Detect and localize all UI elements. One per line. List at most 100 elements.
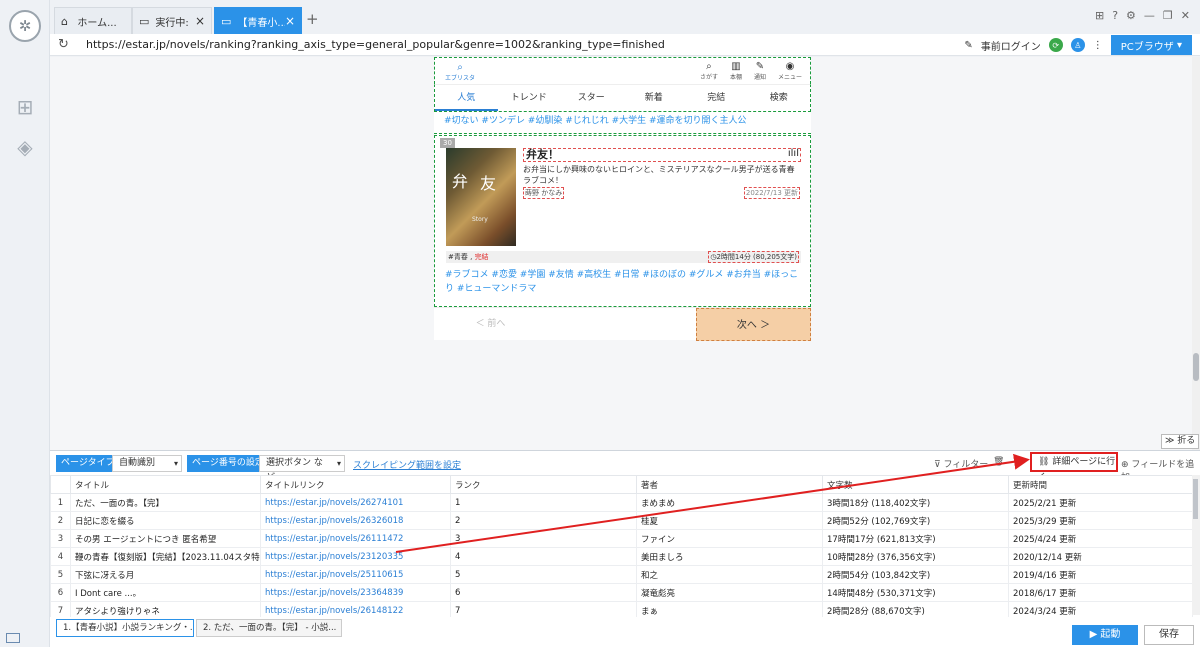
layers-icon[interactable]: ◈ — [14, 136, 36, 158]
settings-icon[interactable]: ⚙ — [1126, 9, 1136, 22]
tab-home[interactable]: ⌂ ホーム... — [54, 7, 132, 34]
reading-time: ◷2時間14分 (80,205文字) — [708, 251, 799, 263]
table-row[interactable]: 3 その男 エージェントにつき 匿名希望 https://estar.jp/nove… — [50, 529, 1193, 548]
nav-star[interactable]: スター — [560, 85, 623, 111]
table-row[interactable]: 5 下弦に冴える月 https://estar.jp/novels/25110615… — [50, 565, 1193, 584]
task-tab-1[interactable]: 1.【青春小説】小説ランキング・... — [56, 619, 194, 637]
new-task-icon[interactable]: ⊞ — [14, 96, 36, 118]
status-badge: 完結 — [474, 253, 489, 261]
table-row[interactable]: 4 鞭の青春【復刻版】【完結】【2023.11.04スタ特選... https://… — [50, 547, 1193, 566]
filter-icon: ⊽ — [934, 460, 941, 470]
close-icon[interactable]: × — [195, 14, 205, 28]
nav-new[interactable]: 新着 — [623, 85, 686, 111]
col-updated[interactable]: 更新時間 — [1008, 475, 1193, 494]
nav-search[interactable]: 検索 — [748, 85, 811, 111]
tab-running[interactable]: ▭ 実行中:【... × — [132, 7, 212, 34]
scrape-range-link[interactable]: スクレイピング範囲を設定 — [353, 458, 461, 471]
prelogin-button[interactable]: 事前ログイン — [981, 38, 1041, 53]
user-icon[interactable]: ♙ — [1070, 38, 1085, 52]
table-row[interactable]: 2 日記に恋を綴る https://estar.jp/novels/26326018… — [50, 511, 1193, 530]
col-author[interactable]: 著者 — [636, 475, 823, 494]
scroll-thumb[interactable] — [1193, 479, 1198, 519]
page-scrollbar[interactable] — [1192, 57, 1200, 450]
scroll-thumb[interactable] — [1193, 353, 1199, 381]
restore-icon[interactable]: ❐ — [1163, 9, 1173, 22]
help-icon[interactable]: ? — [1112, 9, 1118, 22]
chevron-down-icon: ▾ — [336, 459, 341, 468]
page-icon: ▭ — [221, 14, 232, 28]
table-scrollbar[interactable] — [1192, 475, 1200, 615]
task-tab-2[interactable]: 2. ただ、一面の青。【完】 - 小説...⊗ — [196, 619, 342, 637]
close-icon[interactable]: ⊗ — [340, 623, 341, 633]
search-icon: ⌕ — [706, 61, 712, 72]
col-rank[interactable]: ランク — [450, 475, 637, 494]
avatar-icon: ◉ — [785, 61, 795, 72]
site-nav: 人気 トレンド スター 新着 完結 検索 — [434, 84, 811, 112]
window-controls: ⊞ ? ⚙ — ❐ ✕ — [1095, 9, 1190, 22]
notice-icon: ✎ — [755, 61, 765, 72]
reload-icon[interactable]: ↻ — [58, 37, 69, 52]
mail-icon[interactable] — [6, 633, 20, 643]
nav-trend[interactable]: トレンド — [498, 85, 561, 111]
site-notice-button[interactable]: ✎ 通知 — [754, 61, 766, 81]
site-search-button[interactable]: ⌕ さがす — [700, 61, 718, 81]
nav-popular[interactable]: 人気 — [435, 85, 498, 111]
novel-title[interactable]: 弁友！ ılıl — [523, 148, 801, 162]
fold-button[interactable]: ≫ 折る — [1161, 434, 1200, 449]
table-row[interactable]: 1 ただ、一面の青。【完】 https://estar.jp/novels/2627… — [50, 493, 1193, 512]
col-char-count[interactable]: 文字数 — [822, 475, 1009, 494]
page-num-select[interactable]: 選択ボタン など...▾ — [259, 455, 345, 483]
data-panel: ページタイプ 自動識別▾ ページ番号の設定 選択ボタン など...▾ スクレイピ… — [50, 450, 1200, 647]
cover-image[interactable]: 弁 友 Story — [446, 148, 516, 246]
app-logo[interactable]: ✲ — [9, 10, 41, 42]
filter-button[interactable]: ⊽ フィルター — [934, 457, 988, 470]
site-header: ⌕ エブリスタ ⌕ さがす ▥ 本棚 ✎ 通知 ◉ メニュー — [434, 57, 811, 84]
novel-card[interactable]: 30 弁 友 Story 弁友！ ılıl お弁当にしか興味のないヒロインと、ミ… — [434, 135, 811, 307]
col-title[interactable]: タイトル — [70, 475, 261, 494]
nav-finished[interactable]: 完結 — [685, 85, 748, 111]
detail-page-button[interactable]: ⛓ 詳細ページに行く — [1030, 452, 1118, 483]
close-window-icon[interactable]: ✕ — [1181, 9, 1190, 22]
page-type-label: ページタイプ — [56, 455, 120, 472]
edit-icon[interactable]: ✎ — [964, 40, 972, 51]
save-button[interactable]: 保存 — [1144, 625, 1194, 645]
novel-meta: #青春 , 完結 ◷2時間14分 (80,205文字) — [446, 251, 801, 263]
next-button[interactable]: 次へ ＞ — [696, 308, 811, 341]
new-tab-button[interactable]: + — [306, 10, 319, 28]
left-rail: ✲ ⊞ ◈ — [0, 0, 50, 647]
start-button[interactable]: ▶ 起動 — [1072, 625, 1138, 645]
novel-tags[interactable]: #ラブコメ #恋愛 #学園 #友情 #高校生 #日常 #ほのぼの #グルメ #お… — [445, 268, 805, 296]
novel-author[interactable]: 蒔野 かなみ — [523, 187, 565, 199]
novel-date: 2022/7/13 更新 — [743, 187, 800, 199]
prev-button[interactable]: ＜ 前へ — [434, 308, 547, 341]
address-bar: ↻ https://estar.jp/novels/ranking?rankin… — [50, 34, 1200, 56]
data-table: タイトル タイトルリンク ランク 著者 文字数 更新時間 1 ただ、一面の青。【完… — [50, 475, 1193, 620]
page-icon: ▭ — [139, 14, 150, 28]
bookshelf-icon: ▥ — [731, 61, 741, 72]
gift-icon[interactable]: ⊞ — [1095, 9, 1104, 22]
tab-current[interactable]: ▭ 【青春小... × — [214, 7, 302, 34]
site-logo-icon: ⌕ — [457, 62, 463, 73]
status-icon[interactable]: ⟳ — [1048, 38, 1063, 52]
pager: ＜ 前へ 次へ ＞ — [434, 307, 811, 341]
web-page: ⌕ エブリスタ ⌕ さがす ▥ 本棚 ✎ 通知 ◉ メニュー 人気 トレンド スター 新… — [434, 57, 811, 341]
page-num-label: ページ番号の設定 — [187, 455, 269, 472]
previous-tags[interactable]: #切ない #ツンデレ #幼馴染 #じれじれ #大学生 #運命を切り開く主人公 — [444, 113, 747, 126]
minimize-icon[interactable]: — — [1144, 9, 1155, 22]
tab-bar: ⌂ ホーム... ▭ 実行中:【... × ▭ 【青春小... × + ⊞ ? … — [50, 0, 1200, 34]
site-logo[interactable]: ⌕ エブリスタ — [445, 62, 475, 82]
col-title-link[interactable]: タイトルリンク — [260, 475, 451, 494]
url-field[interactable]: https://estar.jp/novels/ranking?ranking_… — [86, 38, 665, 51]
page-type-select[interactable]: 自動識別 ▾ — [112, 455, 182, 472]
site-menu-button[interactable]: ◉ メニュー — [778, 61, 802, 81]
close-icon[interactable]: × — [285, 14, 295, 28]
trash-icon[interactable]: 🗑 — [993, 457, 1004, 467]
site-bookshelf-button[interactable]: ▥ 本棚 — [730, 61, 742, 81]
more-icon[interactable]: ⋮ — [1093, 40, 1103, 51]
table-row[interactable]: 6I Dont care ...。 https://estar.jp/novels… — [50, 583, 1193, 602]
panel-toolbar: ページタイプ 自動識別▾ ページ番号の設定 選択ボタン など...▾ スクレイピ… — [50, 451, 1200, 483]
pc-browser-button[interactable]: PCブラウザ ▾ — [1110, 35, 1192, 55]
table-header-row: タイトル タイトルリンク ランク 著者 文字数 更新時間 — [50, 475, 1193, 494]
home-icon: ⌂ — [61, 14, 68, 28]
ranking-icon: ılıl — [787, 148, 799, 159]
